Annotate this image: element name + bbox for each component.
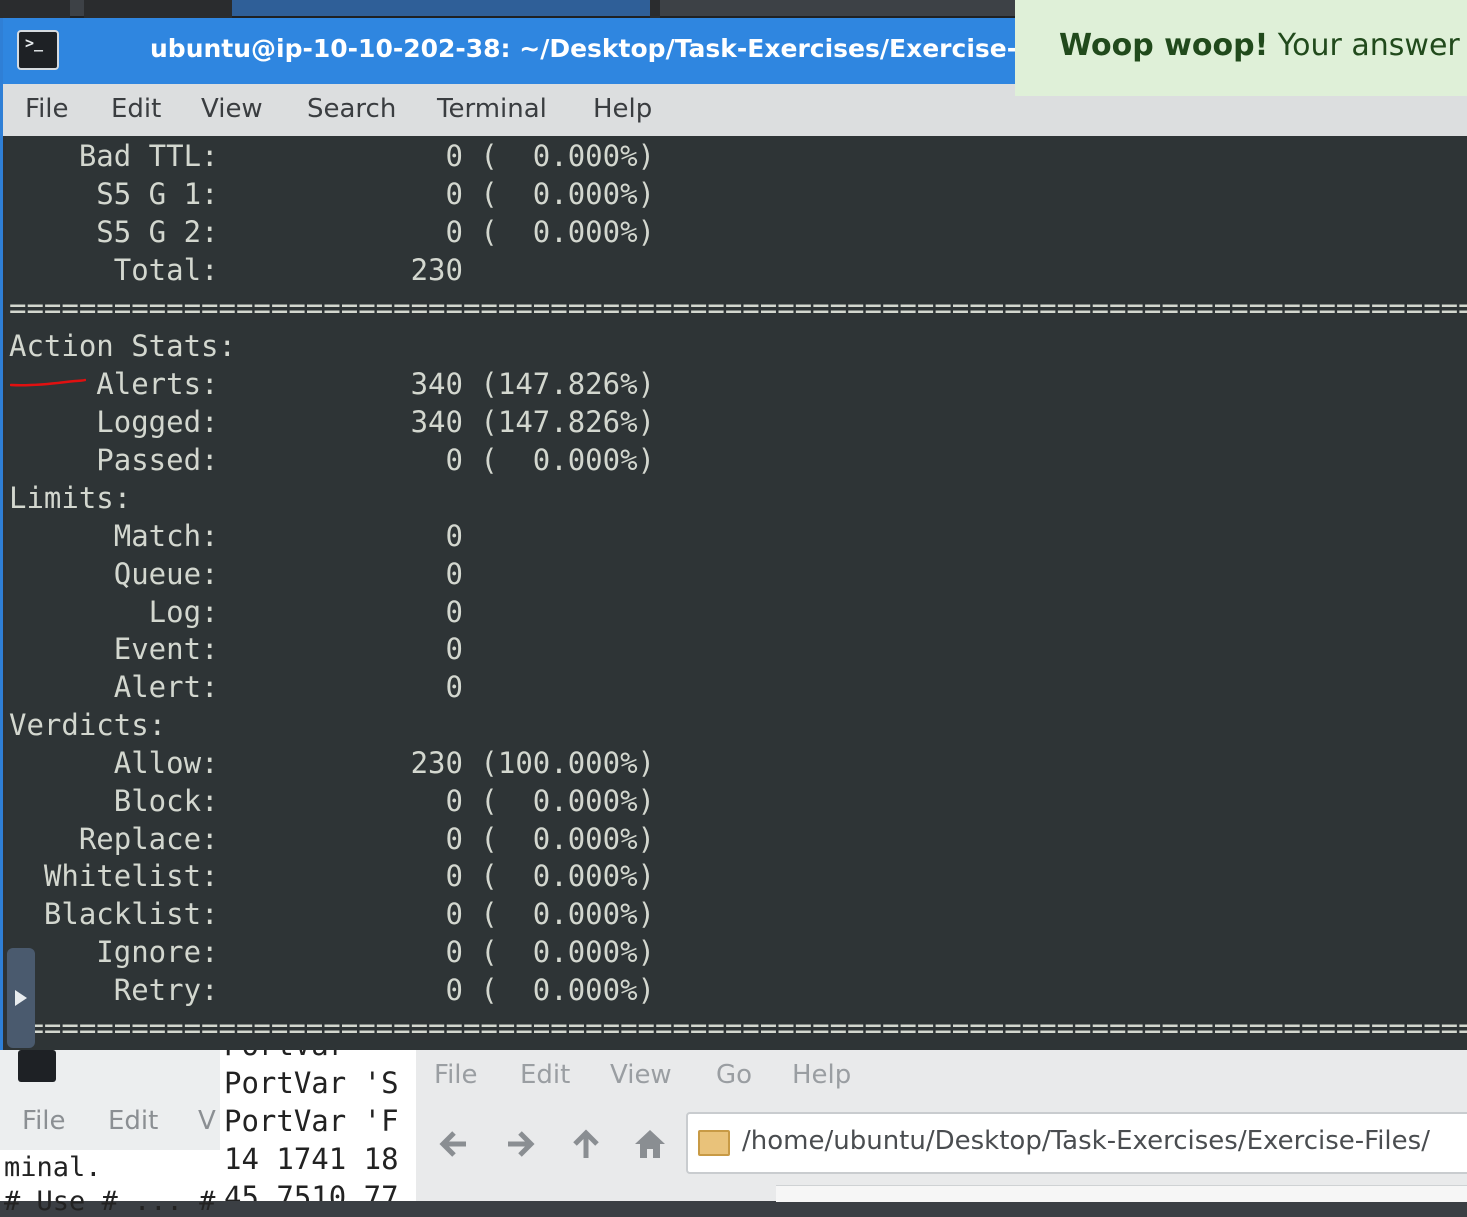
- location-bar[interactable]: /home/ubuntu/Desktop/Task-Exercises/Exer…: [686, 1112, 1467, 1174]
- side-panel-handle[interactable]: [7, 948, 35, 1048]
- menu-view[interactable]: View: [201, 94, 263, 124]
- window-title: ubuntu@ip-10-10-202-38: ~/Desktop/Task-E…: [150, 34, 1018, 63]
- separator-line: ========================================…: [9, 296, 1467, 320]
- forward-arrow-icon[interactable]: [502, 1126, 538, 1162]
- terminal-line: Event: 0: [9, 632, 463, 666]
- home-icon[interactable]: [632, 1126, 668, 1162]
- terminal-line: Verdicts:: [9, 708, 167, 742]
- terminal-line: Logged: 340 (147.826%): [9, 405, 656, 439]
- terminal-line: Queue: 0: [9, 557, 463, 591]
- notification-message: Your answer is: [1277, 28, 1467, 63]
- terminal-line: Whitelist: 0 ( 0.000%): [9, 859, 656, 893]
- terminal-line: S5 G 1: 0 ( 0.000%): [9, 177, 656, 211]
- background-terminal-window[interactable]: File Edit V minal. # Use # ... #: [0, 1050, 220, 1217]
- terminal-line: Blacklist: 0 ( 0.000%): [9, 897, 656, 931]
- terminal-line: minal.: [4, 1152, 102, 1183]
- menu-view[interactable]: V: [198, 1106, 216, 1136]
- menu-help[interactable]: Help: [792, 1060, 851, 1090]
- editor-line: PortVar 'F: [224, 1104, 399, 1138]
- menu-edit[interactable]: Edit: [520, 1060, 570, 1090]
- menu-search[interactable]: Search: [307, 94, 396, 124]
- terminal-line: Replace: 0 ( 0.000%): [9, 822, 656, 856]
- editor-line: PortVar 'S: [224, 1066, 399, 1100]
- taskbar-window[interactable]: [660, 0, 1020, 18]
- location-path: /home/ubuntu/Desktop/Task-Exercises/Exer…: [742, 1126, 1430, 1156]
- terminal-line: Allow: 230 (100.000%): [9, 746, 656, 780]
- terminal-icon: [18, 1050, 56, 1082]
- terminal-line: S5 G 2: 0 ( 0.000%): [9, 215, 656, 249]
- editor-line: 14 1741 18: [224, 1142, 399, 1176]
- terminal-output[interactable]: minal. # Use # ... #: [0, 1150, 220, 1217]
- file-list-header: [776, 1185, 1467, 1202]
- separator-line: ========================================…: [9, 1016, 1467, 1040]
- terminal-line: Log: 0: [9, 595, 463, 629]
- terminal-line: Action Stats:: [9, 329, 236, 363]
- terminal-line: Block: 0 ( 0.000%): [9, 784, 656, 818]
- menu-edit[interactable]: Edit: [111, 94, 161, 124]
- terminal-line: Bad TTL: 0 ( 0.000%): [9, 139, 656, 173]
- up-arrow-icon[interactable]: [568, 1126, 604, 1162]
- menu-terminal[interactable]: Terminal: [437, 94, 547, 124]
- notification-title: Woop woop!: [1059, 28, 1269, 63]
- menu-view[interactable]: View: [610, 1060, 672, 1090]
- terminal-line: Alerts: 340 (147.826%): [9, 367, 656, 401]
- terminal-line: Limits:: [9, 481, 132, 515]
- menu-help[interactable]: Help: [593, 94, 652, 124]
- success-notification: Woop woop! Your answer is: [1015, 0, 1467, 96]
- terminal-line: Passed: 0 ( 0.000%): [9, 443, 656, 477]
- editor-line: PortVar ': [224, 1050, 381, 1062]
- terminal-line: # Use # ... #: [4, 1186, 216, 1217]
- expand-arrow-icon: [15, 990, 27, 1006]
- menu-edit[interactable]: Edit: [108, 1106, 158, 1136]
- terminal-line: Total: 230: [9, 253, 463, 287]
- terminal-line: Ignore: 0 ( 0.000%): [9, 935, 656, 969]
- editor-line: 45 7510 77: [224, 1180, 399, 1201]
- panel-separator: [70, 0, 84, 18]
- folder-icon: [698, 1130, 730, 1156]
- back-arrow-icon[interactable]: [436, 1126, 472, 1162]
- terminal-line: Alert: 0: [9, 670, 463, 704]
- menu-file[interactable]: File: [25, 94, 69, 124]
- terminal-line: Retry: 0 ( 0.000%): [9, 973, 656, 1007]
- taskbar-active-window[interactable]: [232, 0, 650, 18]
- terminal-line: Match: 0: [9, 519, 463, 553]
- menu-file[interactable]: File: [22, 1106, 66, 1136]
- file-manager-window[interactable]: File Edit View Go Help /home/ubuntu/Desk…: [416, 1050, 1467, 1202]
- menu-go[interactable]: Go: [716, 1060, 752, 1090]
- terminal-output[interactable]: Bad TTL: 0 ( 0.000%) S5 G 1: 0 ( 0.000%)…: [6, 136, 1467, 1050]
- background-editor-window[interactable]: PortVar ' PortVar 'S PortVar 'F 14 1741 …: [220, 1050, 416, 1201]
- terminal-window: >_ ubuntu@ip-10-10-202-38: ~/Desktop/Tas…: [0, 18, 1467, 1050]
- menu-file[interactable]: File: [434, 1060, 478, 1090]
- terminal-icon: >_: [17, 30, 59, 70]
